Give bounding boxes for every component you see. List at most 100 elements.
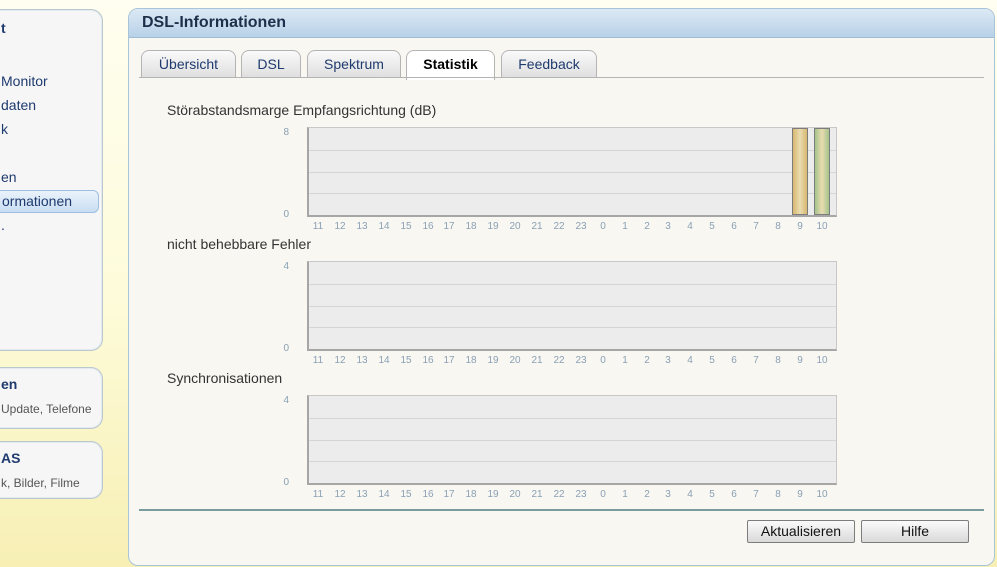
chart-x-tick-label: 13 xyxy=(356,221,368,232)
chart-x-tick-label: 5 xyxy=(709,221,715,232)
chart-x-tick-label: 7 xyxy=(753,489,759,500)
sidebar-box-einstellungen[interactable]: en Update, Telefone xyxy=(0,367,103,429)
chart-x-tick-label: 15 xyxy=(400,489,412,500)
sidebar-nav-box: t Monitor daten k en ormationen . xyxy=(0,9,103,351)
chart-ymin-label: 0 xyxy=(283,477,289,488)
chart-x-tick-label: 16 xyxy=(422,355,434,366)
chart-x-tick-label: 19 xyxy=(487,489,499,500)
chart-x-tick-label: 11 xyxy=(312,489,324,500)
chart-x-tick-label: 18 xyxy=(465,489,477,500)
chart-bar xyxy=(792,128,808,215)
chart-ymax-label: 8 xyxy=(283,127,289,138)
chart-x-tick-label: 17 xyxy=(443,489,455,500)
tab-uebersicht[interactable]: Übersicht xyxy=(141,50,236,78)
chart-x-tick-label: 9 xyxy=(797,355,803,366)
chart-ymin-label: 0 xyxy=(283,209,289,220)
chart-x-tick-label: 0 xyxy=(600,355,606,366)
chart-x-tick-label: 11 xyxy=(312,355,324,366)
chart-x-tick-label: 5 xyxy=(709,355,715,366)
refresh-button[interactable]: Aktualisieren xyxy=(747,520,855,543)
sidebar-title: t xyxy=(1,20,6,36)
chart-gridline xyxy=(309,327,836,328)
chart-x-tick-label: 23 xyxy=(575,355,587,366)
chart-gridline xyxy=(309,461,836,462)
chart-x-tick-label: 1 xyxy=(622,221,628,232)
chart-x-tick-label: 18 xyxy=(465,221,477,232)
chart-x-tick-label: 6 xyxy=(731,221,737,232)
chart-x-tick-label: 16 xyxy=(422,221,434,232)
chart-x-tick-label: 4 xyxy=(687,221,693,232)
box-subtitle: Update, Telefone xyxy=(1,402,92,416)
chart-x-tick-label: 10 xyxy=(816,221,828,232)
chart-title-sync: Synchronisationen xyxy=(167,370,283,386)
chart-gridline xyxy=(309,440,836,441)
chart-x-tick-label: 0 xyxy=(600,489,606,500)
nav-item-k[interactable]: k xyxy=(1,121,8,137)
chart-x-tick-label: 16 xyxy=(422,489,434,500)
box-title: AS xyxy=(1,450,21,466)
chart-x-tick-label: 12 xyxy=(334,355,346,366)
chart-gridline xyxy=(309,418,836,419)
box-title: en xyxy=(1,376,18,392)
chart-x-tick-label: 9 xyxy=(797,489,803,500)
chart-x-tick-label: 22 xyxy=(553,221,565,232)
chart-x-tick-label: 23 xyxy=(575,489,587,500)
chart-gridline xyxy=(309,150,836,151)
chart-x-tick-label: 3 xyxy=(665,355,671,366)
chart-bar xyxy=(814,128,830,215)
chart-x-tick-label: 6 xyxy=(731,489,737,500)
chart-x-tick-label: 10 xyxy=(816,489,828,500)
chart-gridline xyxy=(309,306,836,307)
chart-x-tick-label: 9 xyxy=(797,221,803,232)
page-title: DSL-Informationen xyxy=(129,9,994,38)
chart-x-tick-label: 4 xyxy=(687,355,693,366)
chart-x-tick-label: 12 xyxy=(334,221,346,232)
chart-x-tick-label: 8 xyxy=(775,221,781,232)
tab-spektrum[interactable]: Spektrum xyxy=(307,50,401,78)
tab-statistik[interactable]: Statistik xyxy=(406,50,495,80)
tab-divider xyxy=(139,77,984,78)
chart-x-tick-label: 15 xyxy=(400,221,412,232)
tab-dsl[interactable]: DSL xyxy=(241,50,301,78)
nav-item-monitor[interactable]: Monitor xyxy=(1,73,48,89)
chart-x-tick-label: 11 xyxy=(312,221,324,232)
help-button[interactable]: Hilfe xyxy=(861,520,969,543)
chart-x-tick-label: 2 xyxy=(644,355,650,366)
chart-x-tick-label: 17 xyxy=(443,355,455,366)
nav-item-dot[interactable]: . xyxy=(1,217,5,233)
chart-x-tick-label: 17 xyxy=(443,221,455,232)
chart-title-snr: Störabstandsmarge Empfangsrichtung (dB) xyxy=(167,102,437,118)
chart-x-tick-label: 10 xyxy=(816,355,828,366)
chart-x-tick-label: 13 xyxy=(356,355,368,366)
chart-title-errors: nicht behebbare Fehler xyxy=(167,236,311,252)
chart-x-tick-label: 4 xyxy=(687,489,693,500)
chart-gridline xyxy=(309,172,836,173)
chart-x-tick-label: 21 xyxy=(531,221,543,232)
chart-snr xyxy=(307,127,837,217)
chart-x-tick-label: 20 xyxy=(509,221,521,232)
sidebar-box-nas[interactable]: AS k, Bilder, Filme xyxy=(0,441,103,499)
footer-divider xyxy=(139,509,984,511)
chart-x-tick-label: 14 xyxy=(378,489,390,500)
nav-item-en[interactable]: en xyxy=(1,169,17,185)
chart-x-tick-label: 22 xyxy=(553,355,565,366)
chart-x-tick-label: 8 xyxy=(775,489,781,500)
chart-x-tick-label: 1 xyxy=(622,355,628,366)
tab-feedback[interactable]: Feedback xyxy=(501,50,597,78)
chart-ymin-label: 0 xyxy=(283,343,289,354)
chart-x-tick-label: 6 xyxy=(731,355,737,366)
nav-item-daten[interactable]: daten xyxy=(1,97,36,113)
chart-x-tick-label: 14 xyxy=(378,355,390,366)
nav-item-dsl-informationen[interactable]: ormationen xyxy=(0,190,99,213)
chart-gridline xyxy=(309,193,836,194)
chart-x-tick-label: 0 xyxy=(600,221,606,232)
chart-ymax-label: 4 xyxy=(283,395,289,406)
chart-x-tick-label: 1 xyxy=(622,489,628,500)
chart-x-tick-label: 5 xyxy=(709,489,715,500)
chart-x-tick-label: 2 xyxy=(644,489,650,500)
chart-x-tick-label: 12 xyxy=(334,489,346,500)
chart-x-tick-label: 18 xyxy=(465,355,477,366)
chart-x-tick-label: 14 xyxy=(378,221,390,232)
chart-x-tick-label: 3 xyxy=(665,221,671,232)
chart-gridline xyxy=(309,284,836,285)
